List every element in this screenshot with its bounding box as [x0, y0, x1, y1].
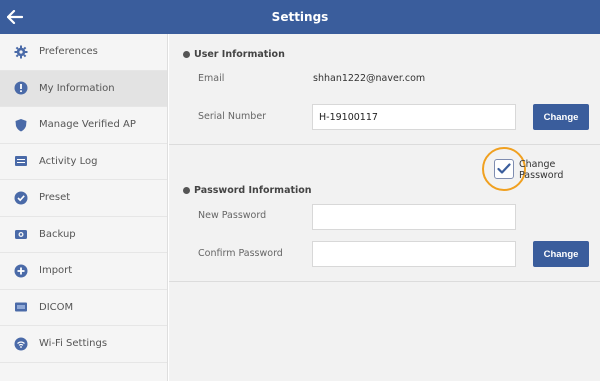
sidebar-item-label: My Information — [39, 82, 115, 94]
shield-icon — [14, 118, 28, 132]
page-title: Settings — [271, 10, 329, 24]
sidebar-item-dicom[interactable]: DICOM — [0, 290, 167, 326]
sidebar-item-label: Wi-Fi Settings — [39, 338, 108, 350]
backup-icon — [14, 227, 28, 241]
user-icon — [14, 81, 28, 95]
confirm-password-field[interactable] — [312, 241, 516, 267]
bullet-icon — [183, 51, 190, 58]
change-password-checkbox[interactable] — [494, 159, 514, 179]
sidebar: Preferences My Information Manage Verifi… — [0, 34, 168, 381]
sidebar-item-wifi-settings[interactable]: Wi-Fi Settings — [0, 326, 167, 363]
log-icon — [14, 154, 28, 168]
sidebar-item-label: DICOM — [39, 301, 74, 313]
dicom-icon — [14, 300, 28, 314]
divider — [169, 144, 600, 145]
new-password-label: New Password — [198, 210, 267, 221]
divider — [169, 281, 600, 282]
main-panel: User Information Email shhan1222@naver.c… — [169, 34, 600, 381]
sidebar-item-activity-log[interactable]: Activity Log — [0, 144, 167, 180]
sidebar-item-backup[interactable]: Backup — [0, 217, 167, 253]
confirm-password-label: Confirm Password — [198, 248, 283, 259]
new-password-field[interactable] — [312, 204, 516, 230]
email-value: shhan1222@naver.com — [313, 73, 426, 84]
change-password-label[interactable]: Change Password — [519, 159, 600, 181]
checkmark-icon — [497, 163, 511, 174]
sidebar-item-preset[interactable]: Preset — [0, 180, 167, 217]
section-title-text: Password Information — [194, 185, 312, 196]
serial-number-field[interactable] — [312, 104, 516, 130]
back-button[interactable] — [0, 0, 30, 34]
bullet-icon — [183, 187, 190, 194]
email-label: Email — [198, 73, 225, 84]
sidebar-item-manage-verified-ap[interactable]: Manage Verified AP — [0, 107, 167, 144]
check-circle-icon — [14, 191, 28, 205]
sidebar-item-label: Preset — [39, 192, 71, 204]
sidebar-item-label: Import — [39, 265, 73, 277]
sidebar-item-label: Preferences — [39, 46, 98, 58]
sidebar-item-import[interactable]: Import — [0, 253, 167, 290]
sidebar-item-label: Activity Log — [39, 155, 98, 167]
sidebar-item-preferences[interactable]: Preferences — [0, 34, 167, 71]
wifi-icon — [14, 337, 28, 351]
gear-icon — [14, 45, 28, 59]
plus-circle-icon — [14, 264, 28, 278]
password-information-heading: Password Information — [183, 185, 312, 196]
section-title-text: User Information — [194, 49, 285, 60]
sidebar-item-label: Manage Verified AP — [39, 119, 136, 131]
arrow-left-icon — [7, 10, 23, 24]
sidebar-item-label: Backup — [39, 228, 76, 240]
change-serial-button[interactable]: Change — [533, 104, 589, 130]
title-bar: Settings — [0, 0, 600, 34]
sidebar-item-my-information[interactable]: My Information — [0, 70, 167, 107]
serial-number-label: Serial Number — [198, 111, 267, 122]
change-password-button[interactable]: Change — [533, 241, 589, 267]
user-information-heading: User Information — [183, 49, 285, 60]
